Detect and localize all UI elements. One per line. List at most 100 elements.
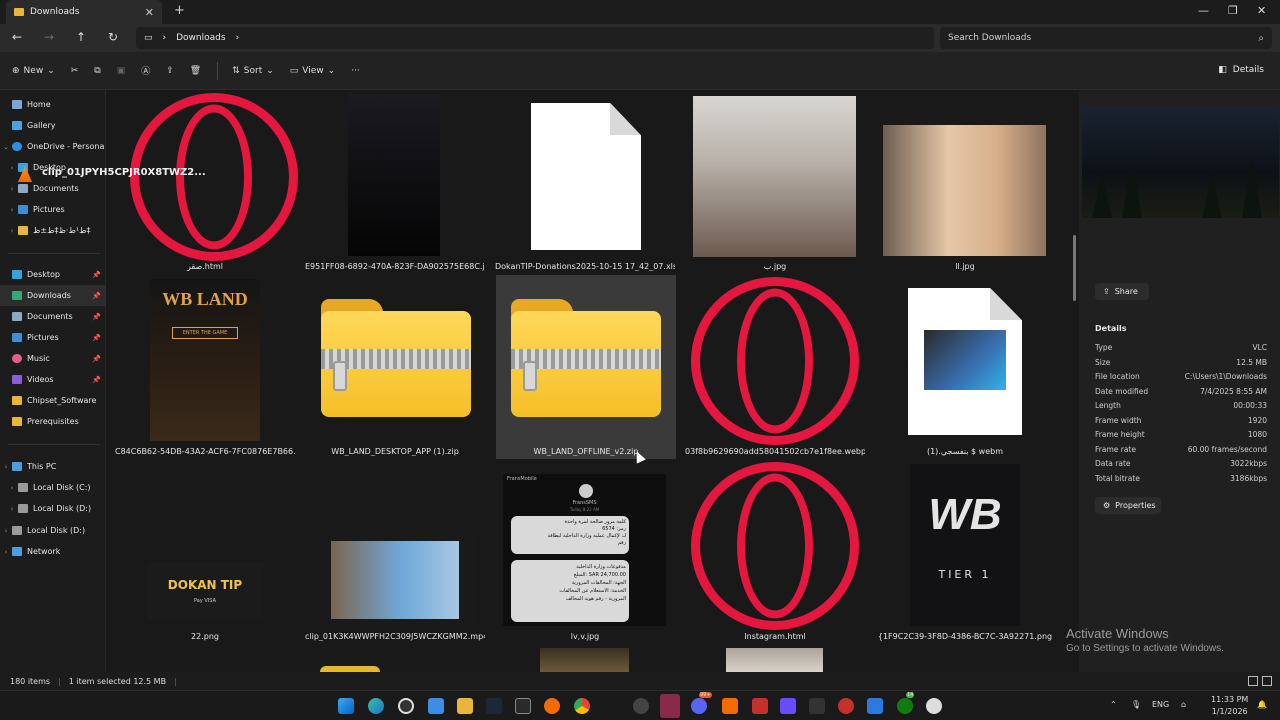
view-button[interactable]: ▭ View ⌄ <box>290 66 335 76</box>
app-icon[interactable] <box>780 698 796 714</box>
app-icon[interactable] <box>809 698 825 714</box>
vlc-icon[interactable] <box>722 698 738 714</box>
app-icon[interactable] <box>867 698 883 714</box>
properties-button[interactable]: ⚙ Properties <box>1095 497 1161 514</box>
chatgpt-icon[interactable] <box>633 698 649 714</box>
sidebar-item-documents[interactable]: Documents 📌 <box>0 306 106 327</box>
copy-icon[interactable]: ⧉ <box>94 66 100 76</box>
breadcrumb-downloads[interactable]: Downloads <box>176 33 225 43</box>
file-item[interactable]: WB TIER 1 {1F9C2C39-3F8D-4386-BC7C-3A922… <box>875 460 1055 644</box>
file-item[interactable]: clip_01K3K4WWPFH2C309J5WCZKGMM2.mp4 <box>305 460 485 644</box>
more-options-button[interactable]: ··· <box>351 66 360 76</box>
chevron-up-icon[interactable]: ⌃ <box>1110 700 1117 709</box>
sidebar-item-home[interactable]: Home <box>0 94 106 115</box>
file-item[interactable]: WB_LAND_DESKTOP_APP (1).zip <box>305 275 485 459</box>
close-window-button[interactable]: ✕ <box>1257 4 1266 17</box>
firefox-icon[interactable] <box>544 698 560 714</box>
maximize-button[interactable]: ❐ <box>1228 4 1238 17</box>
file-item[interactable]: FransMobile FransSMS Today 8:22 AM كلمة … <box>495 460 675 644</box>
refresh-button[interactable]: ↻ <box>108 30 118 44</box>
file-item[interactable]: Instagram.html <box>685 460 865 644</box>
start-icon[interactable] <box>338 698 354 714</box>
new-tab-button[interactable]: + <box>174 3 185 18</box>
image-thumbnail[interactable] <box>726 648 823 672</box>
tab-downloads[interactable]: Downloads ✕ <box>6 0 162 24</box>
store-icon[interactable] <box>428 698 444 714</box>
search-input[interactable]: Search Downloads ⌕ <box>940 27 1272 49</box>
network-icon[interactable]: ⌂ <box>1181 700 1186 709</box>
steam-icon[interactable] <box>486 698 502 714</box>
sidebar-item-desktop[interactable]: Desktop 📌 <box>0 264 106 285</box>
sidebar-item-onedrive[interactable]: ⌄ OneDrive - Persona <box>0 136 106 157</box>
rename-icon[interactable]: Ⓐ <box>141 64 150 77</box>
chevron-right-icon[interactable]: › <box>0 463 12 471</box>
tiles-view-icon[interactable] <box>1262 676 1272 686</box>
new-button[interactable]: ⊕ New ⌄ <box>12 66 55 76</box>
chevron-right-icon[interactable]: › <box>6 164 18 172</box>
sidebar-item-disk-d[interactable]: › Local Disk (D:) <box>0 498 106 519</box>
sidebar-item-od-documents[interactable]: › Documents <box>0 178 106 199</box>
file-item[interactable]: (1).بنفسجي $ webm <box>875 275 1055 459</box>
file-item[interactable]: E951FF08-6892-470A-823F-DA902575E68C.jpg <box>305 90 485 274</box>
app-icon[interactable] <box>752 698 768 714</box>
details-view-icon[interactable] <box>1248 676 1258 686</box>
chevron-right-icon[interactable]: › <box>6 484 18 492</box>
sidebar-item-od-pictures[interactable]: › Pictures <box>0 199 106 220</box>
chevron-right-icon[interactable]: › <box>0 527 12 535</box>
up-button[interactable]: ↑ <box>76 30 86 44</box>
file-item[interactable]: ب.jpg <box>685 90 865 274</box>
sidebar-item-pictures[interactable]: Pictures 📌 <box>0 327 106 348</box>
app-icon[interactable] <box>838 698 854 714</box>
file-item-selected[interactable]: WB_LAND_OFFLINE_v2.zip <box>496 275 676 459</box>
details-pane-button[interactable]: ◧ Details <box>1218 65 1264 75</box>
sidebar-item-disk-d-2[interactable]: › Local Disk (D:) <box>0 520 106 541</box>
sidebar-item-network[interactable]: › Network <box>0 541 106 562</box>
discord-icon[interactable]: 99+ <box>691 692 712 714</box>
back-button[interactable]: ← <box>12 30 22 44</box>
edge-icon[interactable] <box>368 698 384 714</box>
sidebar-item-od-folder[interactable]: › ط¹ط·ظ‡ط±ظ‡ <box>0 220 106 241</box>
app-icon-active[interactable] <box>660 694 680 718</box>
epic-games-icon[interactable] <box>515 698 531 714</box>
microphone-icon[interactable]: 🎙 <box>1131 700 1141 709</box>
sort-button[interactable]: ⇅ Sort ⌄ <box>232 66 274 76</box>
file-explorer-icon[interactable] <box>457 698 473 714</box>
scrollbar-thumb[interactable] <box>1073 235 1076 301</box>
image-thumbnail[interactable] <box>540 648 629 672</box>
chevron-right-icon[interactable]: › <box>6 227 18 235</box>
minimize-button[interactable]: — <box>1198 4 1209 17</box>
cut-icon[interactable]: ✂ <box>71 66 79 76</box>
file-item[interactable]: DOKAN TIP Pay VISA 22.png <box>115 460 295 644</box>
sidebar-item-downloads[interactable]: Downloads 📌 <box>0 285 106 306</box>
xbox-icon[interactable]: 14 <box>897 692 915 714</box>
language-indicator[interactable]: ENG <box>1152 700 1169 709</box>
sidebar-item-gallery[interactable]: Gallery <box>0 115 106 136</box>
settings-icon[interactable] <box>398 698 414 714</box>
file-item[interactable]: صقر.html <box>115 90 298 274</box>
file-item[interactable]: WB LAND ENTER THE GAME C84C6B62-54DB-43A… <box>115 275 295 459</box>
file-item[interactable]: ll.jpg <box>875 90 1055 274</box>
sidebar-item-chipset[interactable]: Chipset_Software <box>0 390 106 411</box>
delete-icon[interactable]: 🗑 <box>190 66 201 76</box>
share-icon[interactable]: ⇪ <box>166 66 174 76</box>
close-tab-icon[interactable]: ✕ <box>145 6 154 19</box>
notification-icon[interactable]: 🔔 <box>1257 700 1267 709</box>
sidebar-item-disk-c[interactable]: › Local Disk (C:) <box>0 477 106 498</box>
share-button[interactable]: ⇪ Share <box>1095 283 1149 300</box>
file-item[interactable]: DokanTIP-Donations2025-10-15 17_42_07.xl… <box>495 90 675 274</box>
chevron-right-icon[interactable]: › <box>6 185 18 193</box>
sidebar-item-prerequisites[interactable]: Prerequisites <box>0 411 106 432</box>
sidebar-item-this-pc[interactable]: › This PC <box>0 456 106 477</box>
forward-button[interactable]: → <box>44 30 54 44</box>
chevron-right-icon[interactable]: › <box>0 548 12 556</box>
scrollbar[interactable] <box>1072 90 1078 672</box>
clock[interactable]: 11:33 PM 1/1/2026 <box>1211 694 1248 718</box>
sidebar-item-videos[interactable]: Videos 📌 <box>0 369 106 390</box>
chevron-right-icon[interactable]: › <box>6 206 18 214</box>
file-item[interactable]: 03f8b9629690add58041502cb7e1f8ee.webp <box>685 275 865 459</box>
chrome-icon[interactable] <box>574 698 590 714</box>
breadcrumb[interactable]: ▭ › Downloads › <box>136 27 934 49</box>
chevron-down-icon[interactable]: ⌄ <box>0 143 12 151</box>
chevron-right-icon[interactable]: › <box>6 505 18 513</box>
sidebar-item-music[interactable]: Music 📌 <box>0 348 106 369</box>
